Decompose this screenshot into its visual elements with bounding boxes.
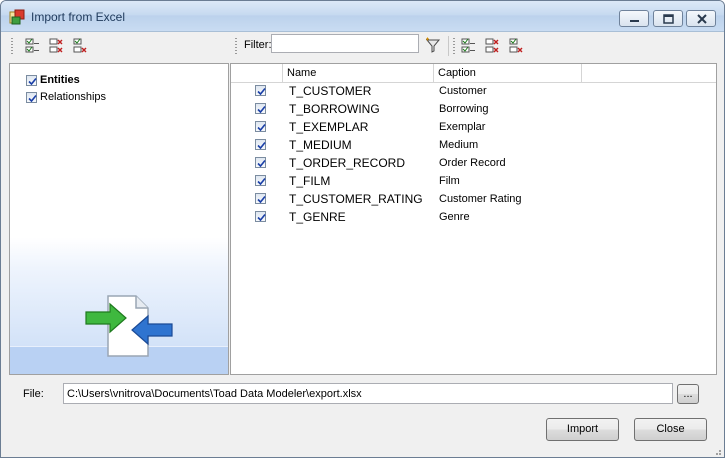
- row-caption: Order Record: [439, 157, 506, 169]
- resize-grip[interactable]: [712, 445, 722, 455]
- file-label: File:: [23, 388, 44, 400]
- row-caption: Genre: [439, 211, 470, 223]
- table-row[interactable]: T_ORDER_RECORD Order Record: [231, 154, 716, 172]
- tree-item-relationships[interactable]: Relationships: [26, 89, 106, 105]
- toolbar-grip[interactable]: [11, 38, 13, 54]
- select-all-icon[interactable]: [23, 37, 41, 55]
- row-caption: Customer Rating: [439, 193, 522, 205]
- row-name: T_GENRE: [289, 210, 346, 224]
- title-bar[interactable]: Import from Excel: [1, 1, 724, 32]
- app-icon: [9, 9, 25, 25]
- entities-grid: Name Caption T_CUSTOMER Customer T_BORROWI…: [230, 63, 717, 375]
- table-row[interactable]: T_FILM Film: [231, 172, 716, 190]
- filter-label: Filter:: [244, 39, 272, 51]
- invert-selection-icon[interactable]: [507, 37, 525, 55]
- row-caption: Medium: [439, 139, 479, 151]
- column-header-caption[interactable]: Caption: [433, 64, 581, 82]
- close-window-button[interactable]: [686, 10, 716, 27]
- row-name: T_EXEMPLAR: [289, 120, 369, 134]
- row-name: T_BORROWING: [289, 102, 380, 116]
- table-row[interactable]: T_GENRE Genre: [231, 208, 716, 226]
- toolbar-grip[interactable]: [453, 38, 455, 54]
- grid-header: Name Caption: [231, 64, 716, 83]
- tree-item-label: Entities: [40, 74, 80, 86]
- row-checkbox[interactable]: [255, 211, 266, 222]
- table-row[interactable]: T_BORROWING Borrowing: [231, 100, 716, 118]
- row-caption: Borrowing: [439, 103, 489, 115]
- object-type-tree: Entities Relationships: [9, 63, 229, 375]
- column-header-filler: [581, 64, 716, 82]
- deselect-all-icon[interactable]: [483, 37, 501, 55]
- deselect-all-icon[interactable]: [47, 37, 65, 55]
- left-toolbar: [9, 32, 229, 60]
- row-name: T_FILM: [289, 174, 331, 188]
- tree-item-entities[interactable]: Entities: [26, 72, 80, 88]
- table-row[interactable]: T_CUSTOMER_RATING Customer Rating: [231, 190, 716, 208]
- row-checkbox[interactable]: [255, 121, 266, 132]
- filter-icon[interactable]: [424, 37, 442, 55]
- entities-checkbox[interactable]: [26, 74, 37, 86]
- toolbar-separator: [448, 36, 449, 56]
- window-title: Import from Excel: [31, 10, 126, 24]
- minimize-button[interactable]: [619, 10, 649, 27]
- row-caption: Exemplar: [439, 121, 486, 133]
- row-checkbox[interactable]: [255, 175, 266, 186]
- row-checkbox[interactable]: [255, 157, 266, 168]
- tree-item-label: Relationships: [40, 91, 107, 103]
- file-path-input[interactable]: [63, 383, 673, 404]
- row-name: T_ORDER_RECORD: [289, 156, 406, 170]
- row-caption: Customer: [439, 85, 487, 97]
- table-row[interactable]: T_EXEMPLAR Exemplar: [231, 118, 716, 136]
- table-row[interactable]: T_MEDIUM Medium: [231, 136, 716, 154]
- row-checkbox[interactable]: [255, 103, 266, 114]
- column-header-name[interactable]: Name: [282, 64, 432, 82]
- right-toolbar: Filter:: [233, 32, 717, 60]
- row-checkbox[interactable]: [255, 85, 266, 96]
- row-checkbox[interactable]: [255, 193, 266, 204]
- row-caption: Film: [439, 175, 460, 187]
- select-all-icon[interactable]: [459, 37, 477, 55]
- close-button[interactable]: Close: [634, 418, 707, 441]
- import-excel-icon: [84, 292, 184, 360]
- row-name: T_CUSTOMER_RATING: [289, 192, 423, 206]
- table-row[interactable]: T_CUSTOMER Customer: [231, 82, 716, 100]
- import-from-excel-window: Import from Excel Filter: Entities Relat…: [0, 0, 725, 458]
- maximize-button[interactable]: [653, 10, 683, 27]
- row-checkbox[interactable]: [255, 139, 266, 150]
- browse-button[interactable]: ...: [677, 384, 699, 404]
- row-name: T_CUSTOMER: [289, 84, 372, 98]
- row-name: T_MEDIUM: [289, 138, 352, 152]
- import-button[interactable]: Import: [546, 418, 619, 441]
- relationships-checkbox[interactable]: [26, 91, 37, 103]
- toolbar-grip[interactable]: [235, 38, 237, 54]
- invert-selection-icon[interactable]: [71, 37, 89, 55]
- filter-input[interactable]: [271, 34, 419, 53]
